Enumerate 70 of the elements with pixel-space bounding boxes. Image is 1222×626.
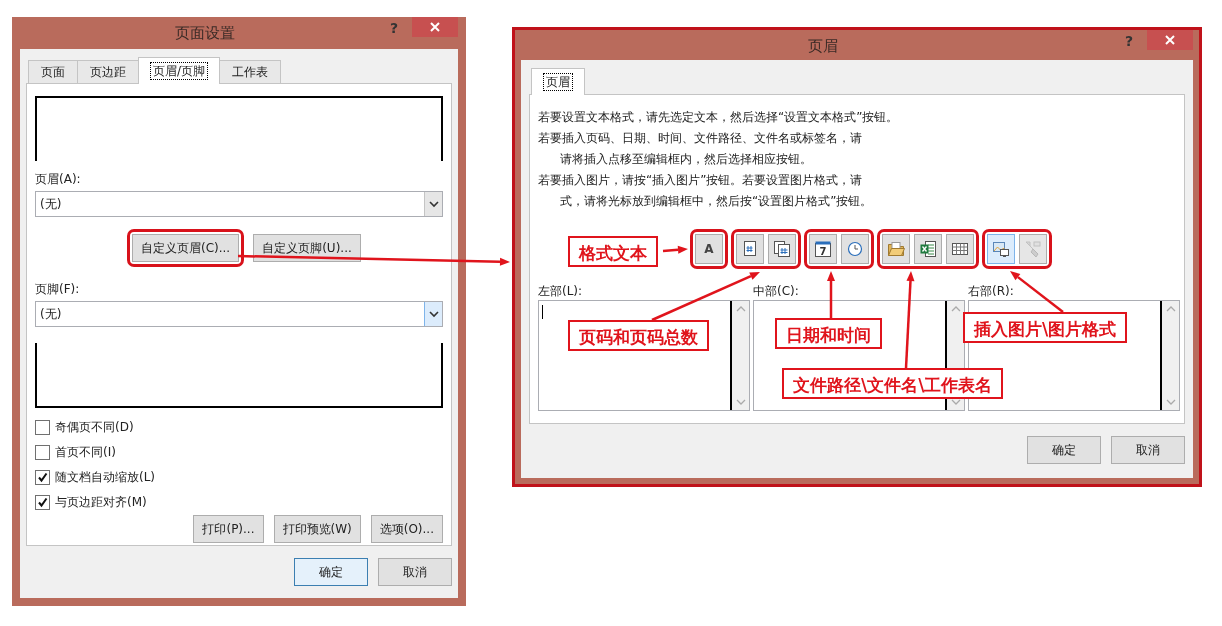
instruction-text: 请将插入点移至编辑框内，然后选择相应按钮。: [559, 151, 813, 168]
close-icon: [1165, 35, 1175, 45]
dropdown[interactable]: (无): [35, 191, 443, 217]
button[interactable]: 选项(O)...: [370, 515, 443, 543]
calendar-icon: 7: [814, 240, 832, 258]
file-name-button[interactable]: [914, 234, 942, 264]
chevron-down-icon: [427, 199, 440, 209]
clock-icon: [846, 240, 864, 258]
instruction-text: 若要插入页码、日期、时间、文件路径、文件名或标签名，请: [538, 130, 863, 147]
spreadsheet-icon: [919, 240, 937, 258]
check-icon: [37, 471, 48, 483]
page-number-icon: [741, 240, 759, 258]
checkbox[interactable]: [35, 444, 50, 460]
instruction-text: 式，请将光标放到编辑框中，然后按“设置图片格式”按钮。: [559, 193, 874, 210]
window-title: 页面设置: [173, 23, 236, 43]
arrow: [662, 245, 688, 254]
button[interactable]: 打印预览(W): [273, 515, 361, 543]
file-path-button[interactable]: [882, 234, 910, 264]
window-title: 页眉: [806, 36, 839, 56]
callout-label: 页码和页码总数: [568, 320, 709, 351]
callout-label: 插入图片\图片格式: [963, 312, 1128, 343]
tab[interactable]: 页边距: [77, 60, 139, 84]
close-button[interactable]: [412, 17, 458, 37]
insert-picture-button[interactable]: [987, 234, 1015, 264]
field-label: 中部(C):: [753, 283, 800, 300]
tab[interactable]: 页面: [28, 60, 78, 84]
folder-icon: [887, 240, 905, 258]
dropdown[interactable]: (无): [35, 301, 443, 327]
date-button[interactable]: 7: [809, 234, 837, 264]
button[interactable]: 自定义页脚(U)...: [253, 234, 361, 262]
checkbox-label: 随文档自动缩放(L): [55, 468, 156, 486]
close-button[interactable]: [1147, 30, 1193, 50]
checkbox-label: 与页边距对齐(M): [55, 493, 147, 511]
button[interactable]: 打印(P)...: [193, 515, 264, 543]
page-count-icon: [773, 240, 791, 258]
page-count-button[interactable]: [768, 234, 796, 264]
checkbox-label: 奇偶页不同(D): [55, 418, 134, 436]
field-label: 左部(L):: [538, 283, 584, 300]
brush-icon: [1024, 240, 1042, 258]
checkbox[interactable]: [35, 419, 50, 435]
field-label: 页眉(A):: [35, 171, 82, 187]
tab[interactable]: 工作表: [219, 60, 282, 84]
instruction-text: 若要插入图片，请按“插入图片”按钮。若要设置图片格式，请: [538, 172, 864, 189]
format-text-button[interactable]: A: [695, 234, 723, 264]
callout-label: 文件路径\文件名\工作表名: [782, 368, 1004, 399]
page-number-button[interactable]: [736, 234, 764, 264]
callout-label: 日期和时间: [775, 318, 882, 349]
button[interactable]: 确定: [294, 558, 368, 586]
grid-icon: [951, 240, 969, 258]
time-button[interactable]: [841, 234, 869, 264]
button[interactable]: 取消: [378, 558, 452, 586]
field-label: 页脚(F):: [35, 281, 81, 297]
checkbox-label: 首页不同(I): [55, 443, 116, 461]
checkbox[interactable]: [35, 494, 50, 510]
sheet-name-button[interactable]: [946, 234, 974, 264]
field-label: 右部(R):: [968, 283, 1015, 300]
picture-icon: [992, 240, 1010, 258]
check-icon: [37, 496, 48, 508]
instruction-text: 若要设置文本格式，请先选定文本，然后选择“设置文本格式”按钮。: [538, 109, 900, 126]
chevron-down-icon: [427, 309, 440, 319]
close-icon: [430, 22, 440, 32]
callout-label: 格式文本: [568, 236, 658, 267]
text-cursor: [542, 305, 543, 319]
arrow: [827, 271, 835, 318]
button[interactable]: 取消: [1111, 436, 1185, 464]
tab[interactable]: 页眉/页脚: [138, 57, 221, 84]
tab[interactable]: 页眉: [531, 68, 585, 95]
checkbox[interactable]: [35, 469, 50, 485]
button[interactable]: 确定: [1027, 436, 1101, 464]
button[interactable]: 自定义页眉(C)...: [132, 234, 240, 262]
